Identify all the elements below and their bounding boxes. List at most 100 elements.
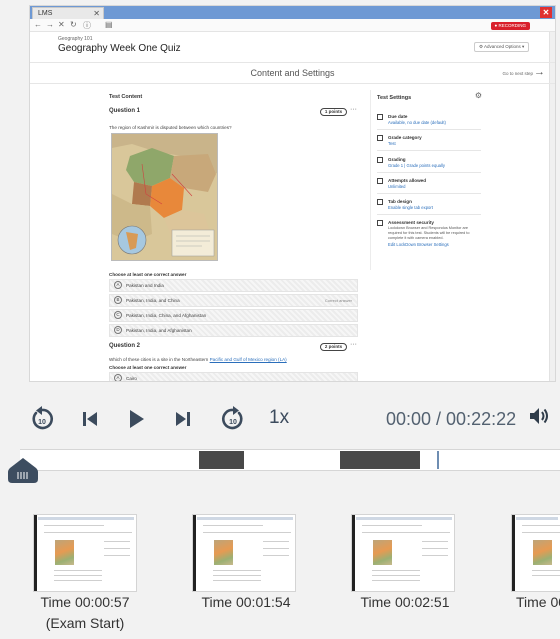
kashmir-map-image [111, 133, 218, 261]
previous-button[interactable] [78, 404, 102, 434]
question-2-text-prefix: Which of these cities is a site in the N… [109, 357, 209, 362]
timeline-event-segment[interactable] [199, 451, 244, 469]
test-settings-heading: Test Settings [377, 95, 412, 101]
forward-10-button[interactable]: 10 [219, 404, 247, 434]
play-button[interactable] [124, 404, 148, 434]
divider [377, 193, 481, 194]
question-2-title: Question 2 [109, 343, 141, 349]
test-content-heading: Test Content [109, 94, 143, 100]
grade-icon [377, 135, 383, 141]
playback-speed-button[interactable]: 1x [269, 407, 289, 429]
recording-badge: ● RECORDING [490, 22, 530, 30]
info-icon[interactable]: ⓘ [83, 20, 91, 31]
setting-value[interactable]: Available, no due date (default) [388, 120, 446, 125]
next-button[interactable] [171, 404, 195, 434]
stop-icon[interactable]: ✕ [58, 20, 65, 29]
thumbnail-time: Time 00:03:48 [516, 594, 560, 610]
next-step-link[interactable]: Go to next step [502, 71, 533, 76]
skip-forward-icon [176, 412, 190, 426]
gear-icon[interactable]: ⚙ [475, 91, 482, 100]
setting-value[interactable]: Enable single tab export [388, 205, 433, 210]
answer-option[interactable]: A Pakistan and India [109, 279, 358, 292]
back-arrow-icon[interactable]: ← [34, 20, 42, 29]
timeline-track[interactable] [20, 449, 560, 471]
answer-option[interactable]: A Cairo [109, 372, 358, 381]
setting-label: Grading [388, 157, 406, 162]
content-settings-bar: Content and Settings Go to next step → [30, 62, 555, 84]
tab-icon [377, 199, 383, 205]
setting-label: Tab design [388, 199, 412, 204]
tab-close-icon[interactable]: ✕ [93, 8, 100, 19]
recording-frame: LMS ✕ ✕ ← → ✕ ↻ ⓘ ▤ ● RECORDING Geograph… [29, 5, 556, 382]
rewind-10-icon: 10 [32, 406, 54, 430]
thumbnail-label: Time 00:01:54 [186, 592, 306, 613]
setting-value[interactable]: Unlimited [388, 184, 405, 189]
thumbnail[interactable] [192, 514, 296, 592]
timeline-event-segment[interactable] [340, 451, 420, 469]
browser-tab-title: LMS [38, 10, 53, 17]
page-title: Geography Week One Quiz [58, 43, 181, 54]
answer-text: Cairo [126, 376, 137, 381]
thumbnail-time: Time 00:01:54 [201, 594, 291, 610]
next-arrow-icon[interactable]: → [534, 66, 545, 78]
answer-option[interactable]: B Pakistan, India, and China Correct answ… [109, 294, 358, 307]
test-settings-panel: Test Settings ⚙ Due date Available, no d… [370, 90, 482, 270]
answer-letter: B [114, 296, 122, 304]
rewind-10-label: 10 [38, 419, 46, 426]
answer-text: Pakistan, India, and China [126, 298, 180, 303]
browser-tab-bar: LMS ✕ ✕ [30, 6, 555, 19]
setting-value[interactable]: Grade 1 | Grade points equally [388, 163, 445, 168]
timeline-marker [437, 451, 439, 469]
options-button[interactable]: ⚙ Advanced Options ▾ [474, 42, 529, 52]
rewind-10-button[interactable]: 10 [28, 404, 56, 434]
answer-text: Pakistan, India, China, and Afghanistan [126, 313, 207, 318]
setting-label: Assessment security [388, 220, 434, 225]
thumbnail-time: Time 00:02:51 [360, 594, 450, 610]
answer-option[interactable]: D Pakistan, India, and Afghanistan [109, 324, 358, 337]
reload-icon[interactable]: ↻ [70, 20, 77, 29]
answer-option[interactable]: C Pakistan, India, China, and Afghanistan [109, 309, 358, 322]
answer-letter: C [114, 311, 122, 319]
thumbnail[interactable] [351, 514, 455, 592]
setting-link[interactable]: Edit LockDown Browser Settings [388, 242, 449, 247]
browser-nav-bar: ← → ✕ ↻ ⓘ ▤ ● RECORDING [30, 19, 555, 32]
forward-10-icon: 10 [221, 406, 243, 430]
question-2-link[interactable]: Pacific and Gulf of Mexico region (LA) [210, 357, 287, 362]
volume-button[interactable] [528, 405, 550, 433]
setting-label: Due date [388, 114, 408, 119]
divider [377, 150, 481, 151]
correct-answer-tag: Correct answer [324, 298, 352, 303]
question-2-points[interactable]: 2 points [320, 343, 347, 351]
thumbnail-label: Time 00:00:57 (Exam Start) [25, 592, 145, 634]
question-2-text: Which of these cities is a site in the N… [109, 357, 287, 362]
thumbnail[interactable] [511, 514, 560, 592]
choose-label-q1: Choose at least one correct answer [109, 272, 187, 277]
browser-tab[interactable]: LMS ✕ [32, 7, 104, 19]
play-icon [130, 410, 144, 428]
security-icon [377, 220, 383, 226]
question-2-menu-icon[interactable]: ··· [350, 341, 357, 348]
time-display: 00:00 / 00:22:22 [386, 409, 517, 429]
setting-description: Lockdown Browser and Respondus Monitor a… [388, 226, 470, 240]
setting-value[interactable]: Test [388, 141, 396, 146]
question-1-menu-icon[interactable]: ··· [350, 106, 357, 113]
thumbnail[interactable] [33, 514, 137, 592]
thumbnail-note: (Exam Start) [45, 615, 125, 631]
divider [377, 214, 481, 215]
forward-arrow-icon[interactable]: → [46, 20, 54, 29]
answer-letter: A [114, 281, 122, 289]
thumbnail-time: Time 00:00:57 [40, 594, 130, 610]
thumbnail-label: Time 00:02:51 [345, 592, 465, 613]
playhead-handle[interactable] [8, 458, 38, 483]
forward-10-label: 10 [229, 419, 237, 426]
grading-icon [377, 157, 383, 163]
skip-back-icon [83, 412, 97, 426]
question-1-points[interactable]: 1 points [320, 108, 347, 116]
volume-icon [530, 408, 548, 424]
divider [377, 129, 481, 130]
divider [377, 172, 481, 173]
content-settings-title: Content and Settings [250, 68, 335, 78]
page-scrollbar[interactable] [549, 32, 555, 381]
window-close-icon[interactable]: ✕ [540, 7, 552, 18]
page-icon[interactable]: ▤ [105, 20, 113, 29]
